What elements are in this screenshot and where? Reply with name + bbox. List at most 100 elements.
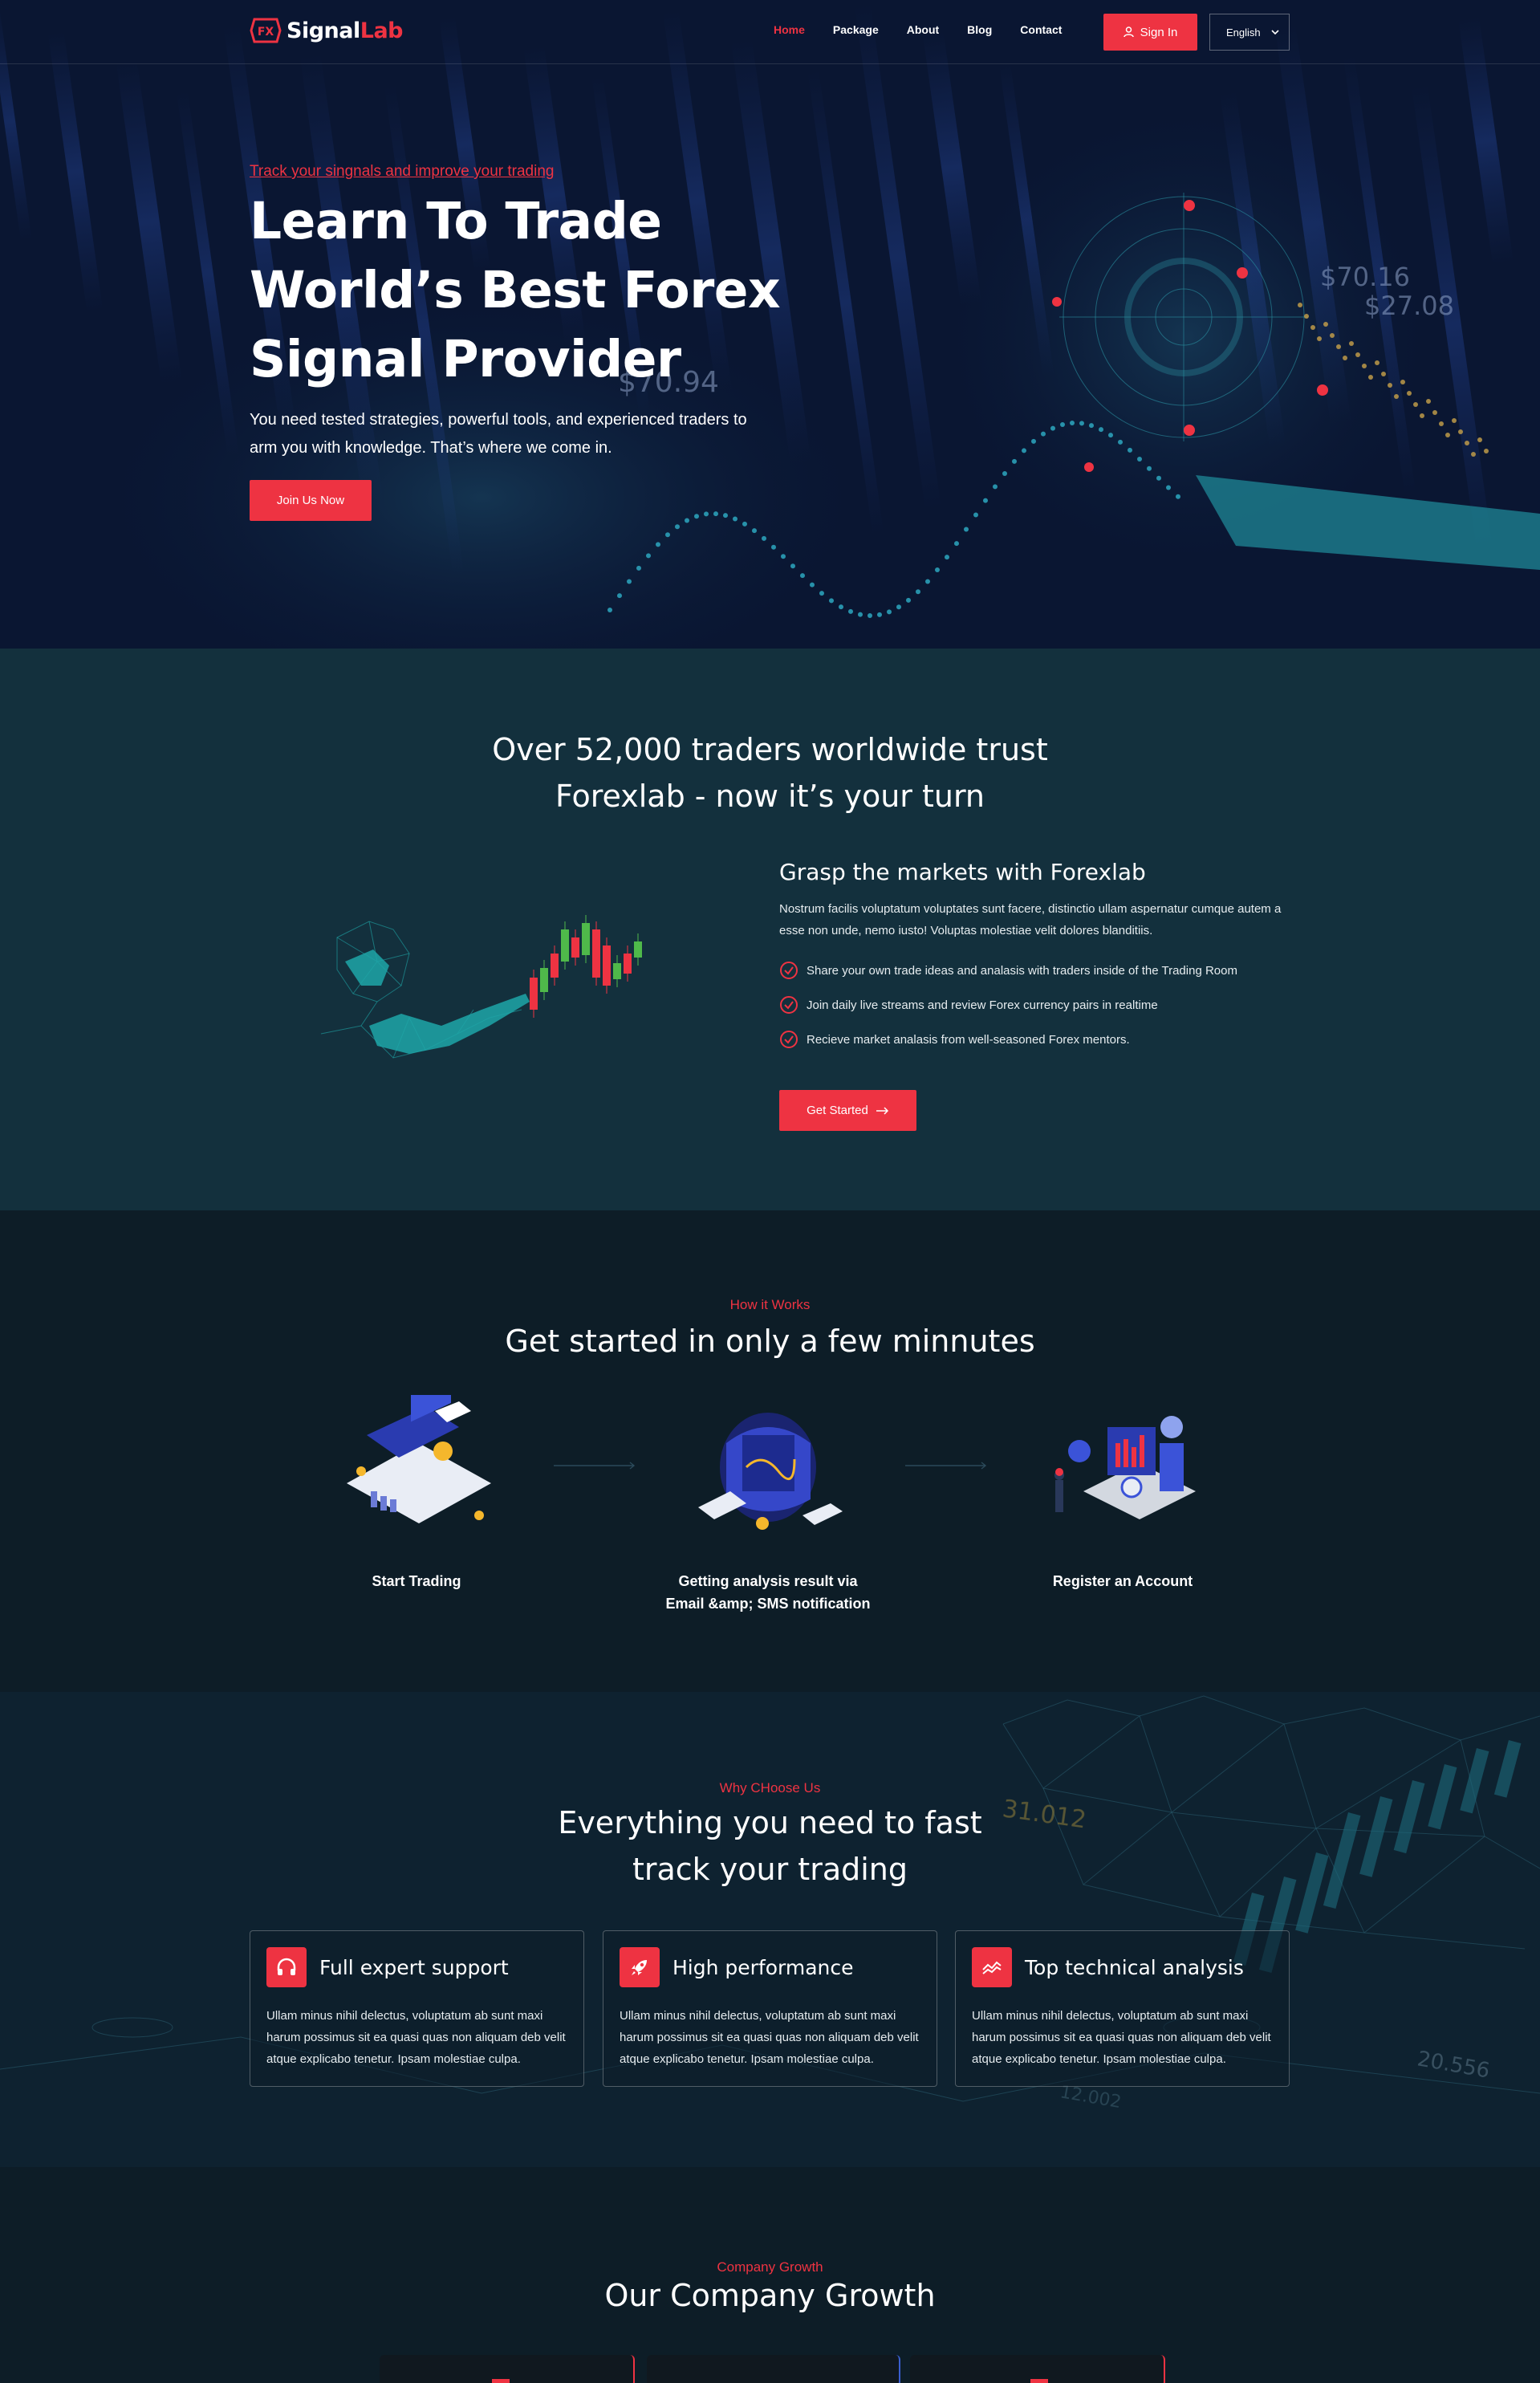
- analysis-devices-illustration: [698, 1413, 843, 1530]
- arrow-right-icon: [876, 1106, 888, 1115]
- chevron-down-icon: [1271, 30, 1279, 35]
- hero-bg-dot: [800, 573, 805, 579]
- hero-bg-dot: [1070, 420, 1075, 425]
- hero-bg-dot: [1426, 399, 1431, 404]
- hero-bg-dot: [916, 589, 920, 595]
- candle-body: [540, 968, 548, 992]
- hero-bg-dot: [1484, 449, 1489, 453]
- hero-bg-dot: [742, 521, 747, 527]
- hero-title-line: Learn To Trade: [250, 192, 662, 250]
- hero-bg-dot: [1147, 466, 1152, 471]
- hero-bg-dot: [1413, 402, 1418, 407]
- card-head: High performance: [620, 1947, 920, 1987]
- card-text: Ullam minus nihil delectus, voluptatum a…: [972, 2009, 1271, 2066]
- grasp-text: Nostrum facilis voluptatum voluptates su…: [779, 902, 1282, 937]
- hero-bg-dot: [1050, 425, 1055, 431]
- hero-bg-dot: [1394, 394, 1399, 399]
- nav-blog[interactable]: Blog: [967, 23, 992, 36]
- hero-bg-dot: [1022, 448, 1026, 453]
- hero-bg-dot: [877, 612, 882, 617]
- hero-bg-dot: [973, 512, 978, 518]
- why-title: Everything you need to fast track your t…: [0, 1799, 1540, 1893]
- svg-text:$70.16: $70.16: [1320, 262, 1410, 292]
- hero-bg-dot: [1079, 421, 1084, 426]
- hero-bg-dot: [993, 484, 998, 490]
- language-select[interactable]: English: [1209, 14, 1290, 51]
- hero-bg-dot: [896, 604, 901, 610]
- feature-card-analysis: Top technical analysis Ullam minus nihil…: [955, 1930, 1290, 2087]
- hero-bg-dot: [733, 516, 737, 522]
- card-title: High performance: [672, 1955, 854, 1979]
- hero-bg-dot: [1166, 485, 1171, 490]
- nav-home[interactable]: Home: [774, 23, 805, 36]
- growth-card: [910, 2355, 1165, 2383]
- candle-body: [592, 929, 600, 978]
- hero-bg-dot: [945, 555, 949, 560]
- hero-bg-dot: [646, 553, 651, 559]
- hero-bg-dot: [1445, 433, 1450, 437]
- step-arrow-icon: [905, 1462, 987, 1470]
- check-circle-icon: [780, 962, 798, 979]
- hero-bg-dot: [771, 544, 776, 550]
- join-us-button[interactable]: Join Us Now: [250, 480, 372, 521]
- checklist-item: Share your own trade ideas and analasis …: [779, 961, 1293, 980]
- why-title-line: track your trading: [632, 1852, 908, 1887]
- hero-bg-dot: [675, 524, 680, 530]
- site-logo[interactable]: FX SignalLab: [250, 16, 404, 45]
- hero-title-line: World’s Best Forex: [250, 261, 781, 319]
- hero-bg-dot: [636, 565, 641, 571]
- logo-text: SignalLab: [286, 18, 404, 43]
- nav-package[interactable]: Package: [833, 23, 879, 36]
- hero-bg-dot: [1465, 441, 1469, 445]
- hero-subtitle-link[interactable]: Track your singnals and improve your tra…: [250, 163, 554, 181]
- candle-body: [582, 923, 590, 955]
- hero-bg-dot: [1128, 447, 1132, 453]
- hero-bg-dot: [723, 513, 728, 518]
- hero-bg-dot: [627, 579, 632, 584]
- hero-bg-dot: [1477, 437, 1482, 442]
- why-background-graphic: 31.012 20.556 12.002: [0, 1695, 1540, 2113]
- nav-about[interactable]: About: [907, 23, 939, 36]
- hero-bg-dot: [704, 511, 709, 517]
- step-label-line: Getting analysis result via: [678, 1573, 858, 1589]
- hero-bg-dot: [1458, 429, 1463, 434]
- feature-card-performance: High performance Ullam minus nihil delec…: [603, 1930, 937, 2087]
- nav-contact[interactable]: Contact: [1020, 23, 1062, 36]
- language-value: English: [1226, 26, 1261, 39]
- hero-bg-dot: [1400, 380, 1405, 384]
- get-started-label: Get Started: [807, 1104, 868, 1117]
- svg-text:20.556: 20.556: [1416, 2047, 1492, 2083]
- hero-bg-dot: [1304, 314, 1309, 319]
- hero-bg-dot: [1041, 431, 1046, 437]
- check-circle-icon: [780, 996, 798, 1014]
- card-title: Top technical analysis: [1025, 1955, 1244, 1979]
- hero-bg-dot: [1118, 439, 1123, 445]
- card-text: Ullam minus nihil delectus, voluptatum a…: [266, 2009, 566, 2066]
- card-title: Full expert support: [319, 1955, 509, 1979]
- checklist-item: Recieve market analasis from well-season…: [779, 1030, 1293, 1049]
- sign-in-label: Sign In: [1140, 25, 1178, 39]
- hero-bg-dot: [983, 498, 988, 503]
- trust-title-line: Over 52,000 traders worldwide trust: [492, 732, 1048, 767]
- hero-bg-dot: [1012, 458, 1017, 464]
- hero-bg-dot: [868, 612, 872, 618]
- sign-in-button[interactable]: Sign In: [1103, 14, 1197, 51]
- hero-bg-dot: [1343, 356, 1347, 360]
- hero-description: You need tested strategies, powerful too…: [250, 411, 747, 457]
- hero-bg-dot: [617, 593, 622, 599]
- hero-bg-dot: [1420, 413, 1424, 418]
- hero-bg-dot: [1323, 322, 1328, 327]
- hero-bg-dot: [810, 582, 815, 588]
- candle-body: [624, 954, 632, 974]
- get-started-button[interactable]: Get Started: [779, 1090, 916, 1131]
- hero-bg-dot: [781, 554, 786, 559]
- hero-bg-dot: [762, 535, 766, 541]
- growth-card: [380, 2355, 635, 2383]
- hero-bg-dot: [1156, 475, 1161, 481]
- checklist-text: Share your own trade ideas and analasis …: [807, 963, 1237, 978]
- step-register-account: Register an Account: [1052, 1573, 1193, 1589]
- trust-section: Over 52,000 traders worldwide trust Fore…: [0, 649, 1540, 1210]
- growth-card-icon: [1030, 2379, 1048, 2383]
- candle-body: [530, 978, 538, 1010]
- hero-bg-dot: [935, 567, 940, 573]
